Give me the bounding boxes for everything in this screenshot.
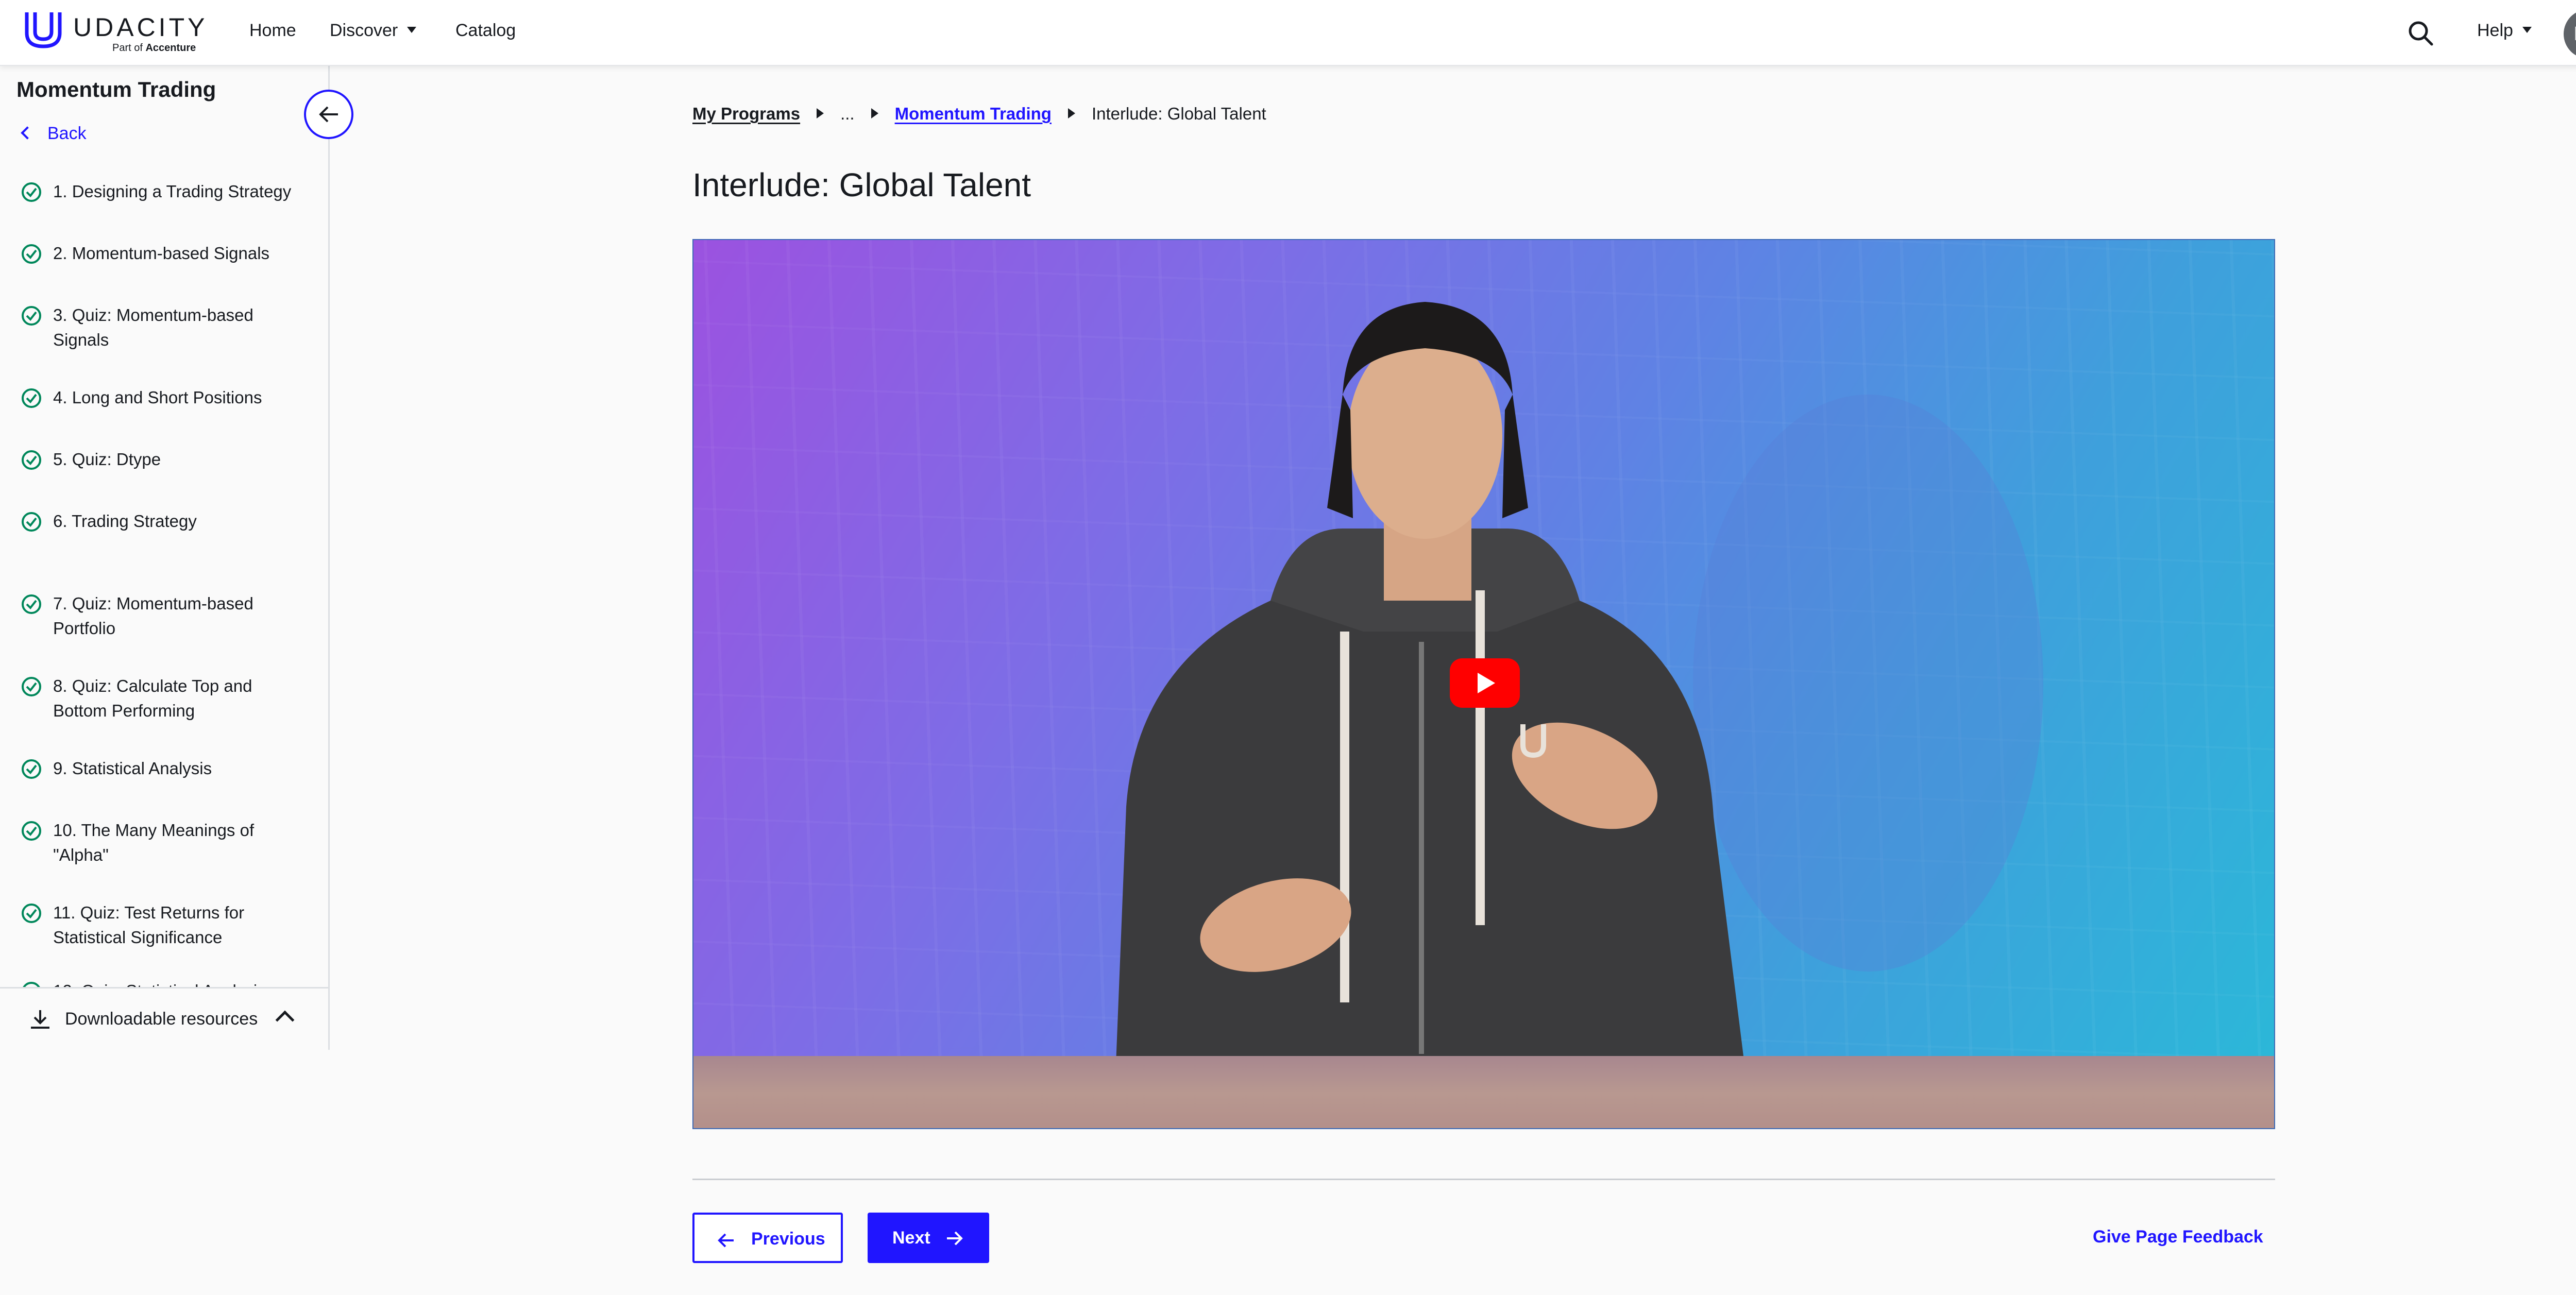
video-player[interactable] xyxy=(692,239,2275,1129)
next-button[interactable]: Next xyxy=(868,1213,989,1263)
arrow-right-icon xyxy=(947,1231,963,1246)
sidebar-lesson-label: 9. Statistical Analysis xyxy=(53,759,212,778)
play-icon xyxy=(1478,673,1495,693)
check-circle-icon xyxy=(22,677,41,696)
sidebar-lesson-label: 8. Quiz: Calculate Top and Bottom Perfor… xyxy=(53,676,252,720)
downloadable-resources-toggle[interactable]: Downloadable resources xyxy=(0,987,328,1050)
sidebar-title: Momentum Trading xyxy=(16,77,216,101)
arrow-left-icon xyxy=(718,1233,734,1248)
sidebar-lesson-label: 1. Designing a Trading Strategy xyxy=(53,182,292,201)
nav-catalog-link[interactable]: Catalog xyxy=(455,21,516,41)
breadcrumb-ellipsis[interactable]: ... xyxy=(840,104,855,123)
breadcrumb: My Programs... Momentum Trading Interlude:… xyxy=(692,104,1266,124)
logo-tagline: Part of Accenture xyxy=(112,42,196,54)
page-title: Interlude: Global Talent xyxy=(692,166,1031,203)
caret-right-icon xyxy=(817,108,824,119)
caret-down-icon xyxy=(407,27,417,33)
give-page-feedback-link[interactable]: Give Page Feedback xyxy=(2093,1227,2263,1247)
divider xyxy=(692,1179,2275,1180)
sidebar-lesson-label: 10. The Many Meanings of "Alpha" xyxy=(53,821,255,864)
sidebar-lesson-label: 11. Quiz: Test Returns for Statistical S… xyxy=(53,903,245,947)
check-circle-icon xyxy=(22,182,41,202)
check-circle-icon xyxy=(22,388,41,408)
previous-button[interactable]: Previous xyxy=(692,1213,843,1263)
nav-discover-menu[interactable]: Discover xyxy=(330,21,417,41)
arrow-left-icon xyxy=(319,106,338,123)
user-avatar[interactable]: HC xyxy=(2564,9,2576,59)
lesson-sidebar: Momentum Trading Back 1. Designing a Tra… xyxy=(0,66,330,1050)
nav-home-link[interactable]: Home xyxy=(249,21,296,41)
nav-help-menu[interactable]: Help xyxy=(2477,21,2532,41)
check-circle-icon xyxy=(22,594,41,614)
play-button[interactable] xyxy=(1450,658,1520,708)
check-circle-icon xyxy=(22,306,41,326)
caret-down-icon xyxy=(2522,27,2532,33)
downloadable-resources-label: Downloadable resources xyxy=(65,1009,258,1029)
sidebar-lesson-label: 7. Quiz: Momentum-based Portfolio xyxy=(53,594,253,638)
breadcrumb-my-programs[interactable]: My Programs xyxy=(692,104,800,123)
top-navigation-bar: UDACITY Part of Accenture Home Discover … xyxy=(0,0,2576,66)
check-circle-icon xyxy=(22,821,41,841)
collapse-sidebar-button[interactable] xyxy=(304,90,353,139)
sidebar-lesson-label: 2. Momentum-based Signals xyxy=(53,244,270,263)
sidebar-lesson-label: 6. Trading Strategy xyxy=(53,512,197,531)
chevron-left-icon xyxy=(21,126,34,140)
sidebar-lesson-label: 4. Long and Short Positions xyxy=(53,388,262,407)
check-circle-icon xyxy=(22,759,41,779)
caret-right-icon xyxy=(1067,108,1075,119)
breadcrumb-course[interactable]: Momentum Trading xyxy=(895,104,1052,123)
sidebar-lesson-label: 3. Quiz: Momentum-based Signals xyxy=(53,305,253,349)
chevron-up-icon xyxy=(275,1010,295,1030)
back-link[interactable]: Back xyxy=(21,124,87,144)
search-icon[interactable] xyxy=(2407,20,2434,46)
udacity-logo-icon xyxy=(25,12,62,48)
check-circle-icon xyxy=(22,244,41,264)
sidebar-lesson-label: 5. Quiz: Dtype xyxy=(53,450,161,469)
caret-right-icon xyxy=(871,108,878,119)
lesson-list: 1. Designing a Trading Strategy 2. Moment… xyxy=(0,179,328,1050)
download-icon xyxy=(31,1010,49,1029)
udacity-logo[interactable]: UDACITY Part of Accenture xyxy=(23,8,208,58)
check-circle-icon xyxy=(22,512,41,532)
breadcrumb-current: Interlude: Global Talent xyxy=(1091,104,1266,123)
check-circle-icon xyxy=(22,904,41,923)
logo-wordmark: UDACITY xyxy=(73,13,208,42)
check-circle-icon xyxy=(22,450,41,470)
